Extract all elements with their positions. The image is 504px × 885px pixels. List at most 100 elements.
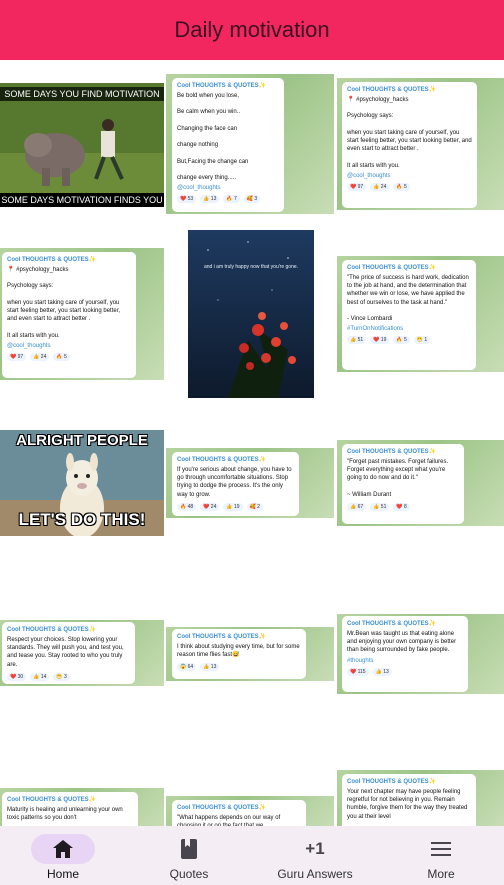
motivation-grid[interactable]: SOME DAYS YOU FIND MOTIVATION SOME DAYS … bbox=[0, 60, 504, 826]
quote-text: Your next chapter may have people feelin… bbox=[347, 789, 468, 820]
channel-name: Cool THOUGHTS & QUOTES✨ bbox=[7, 797, 97, 803]
reaction-chip: 🔥 7 bbox=[223, 195, 240, 204]
hippo-meme-illustration bbox=[0, 83, 164, 207]
quote-card[interactable]: Cool THOUGHTS & QUOTES✨ Be bold when you… bbox=[166, 74, 334, 214]
quote-tag: @cool_thoughts bbox=[177, 185, 221, 192]
quote-text: 📍 #psychology_hacks Psychology says: whe… bbox=[7, 267, 121, 339]
bottom-navigation: Home Quotes +1 Guru Answers More bbox=[0, 826, 504, 885]
message-bubble: Cool THOUGHTS & QUOTES✨ Respect your cho… bbox=[2, 622, 135, 684]
reaction-chip: 😁 1 bbox=[413, 336, 431, 345]
quote-tag: @cool_thoughts bbox=[347, 172, 391, 179]
reaction-chip: ❤️ 97 bbox=[7, 352, 27, 361]
message-bubble: Cool THOUGHTS & QUOTES✨ "Forget past mis… bbox=[342, 444, 464, 524]
nav-label: Quotes bbox=[169, 867, 209, 881]
nav-item-guru-answers[interactable]: +1 Guru Answers bbox=[252, 826, 378, 885]
reactions: ❤️ 30 👍 14 😁 3 bbox=[7, 672, 130, 681]
quote-text: "What happens depends on our way of choo… bbox=[177, 815, 281, 826]
reaction-chip: 😱 64 bbox=[177, 663, 197, 672]
reaction-chip: 👍 51 bbox=[347, 336, 367, 345]
nav-item-home[interactable]: Home bbox=[0, 826, 126, 885]
llama-meme-image[interactable]: ALRIGHT PEOPLE LET'S DO THIS! bbox=[0, 430, 164, 536]
message-bubble: Cool THOUGHTS & QUOTES✨ Be bold when you… bbox=[172, 78, 284, 212]
reaction-chip: 🔥 5 bbox=[53, 352, 70, 361]
quote-text: Mr.Bean was taught us that eating alone … bbox=[347, 631, 457, 654]
hippo-meme-image[interactable]: SOME DAYS YOU FIND MOTIVATION SOME DAYS … bbox=[0, 83, 164, 207]
quote-text: Be bold when you lose, Be calm when you … bbox=[177, 93, 249, 182]
llama-top-caption: ALRIGHT PEOPLE bbox=[16, 432, 148, 449]
quote-tag: #thoughts bbox=[347, 657, 374, 664]
channel-name: Cool THOUGHTS & QUOTES✨ bbox=[7, 627, 97, 633]
roses-illustration bbox=[188, 230, 314, 398]
reaction-chip: ❤️ 19 bbox=[370, 336, 390, 345]
message-bubble: Cool THOUGHTS & QUOTES✨ Your next chapte… bbox=[342, 774, 476, 826]
message-bubble: Cool THOUGHTS & QUOTES✨ Maturity is heal… bbox=[2, 792, 138, 826]
page-title: Daily motivation bbox=[174, 17, 330, 42]
reaction-chip: 👍 67 bbox=[347, 503, 367, 512]
message-bubble: Cool THOUGHTS & QUOTES✨ "The price of su… bbox=[342, 260, 476, 370]
reaction-chip: ❤️ 30 bbox=[7, 672, 27, 681]
quote-text: "Forget past mistakes. Forget failures. … bbox=[347, 459, 449, 498]
app-bar: Daily motivation bbox=[0, 0, 504, 60]
quote-tag: #TurnOnNotifications bbox=[347, 326, 404, 333]
quote-card[interactable]: Cool THOUGHTS & QUOTES✨ Respect your cho… bbox=[0, 620, 164, 686]
reaction-chip: ❤️ 53 bbox=[177, 195, 197, 204]
book-icon bbox=[157, 834, 221, 864]
quote-card[interactable]: Cool THOUGHTS & QUOTES✨ "The price of su… bbox=[337, 256, 504, 372]
reaction-chip: 👍 14 bbox=[30, 672, 50, 681]
reaction-chip: 👍 19 bbox=[223, 502, 243, 511]
reaction-chip: ❤️ 8 bbox=[393, 503, 410, 512]
hippo-top-caption: SOME DAYS YOU FIND MOTIVATION bbox=[0, 87, 164, 101]
reaction-chip: 😁 3 bbox=[53, 672, 70, 681]
reactions: ❤️ 97 👍 24 🔥 5 bbox=[7, 352, 131, 361]
channel-name: Cool THOUGHTS & QUOTES✨ bbox=[347, 265, 437, 271]
quote-card[interactable]: Cool THOUGHTS & QUOTES✨ Your next chapte… bbox=[337, 770, 504, 826]
quote-card[interactable]: Cool THOUGHTS & QUOTES✨ I think about st… bbox=[166, 627, 334, 681]
menu-icon bbox=[409, 834, 473, 864]
reaction-chip: 👍 13 bbox=[200, 195, 220, 204]
quote-card[interactable]: Cool THOUGHTS & QUOTES✨ Maturity is heal… bbox=[0, 788, 164, 826]
channel-name: Cool THOUGHTS & QUOTES✨ bbox=[177, 457, 267, 463]
message-bubble: Cool THOUGHTS & QUOTES✨ If you're seriou… bbox=[172, 452, 299, 516]
reactions: 😱 64 👍 13 bbox=[177, 663, 301, 672]
quote-text: Respect your choices. Stop lowering your… bbox=[7, 637, 124, 668]
llama-bottom-caption: LET'S DO THIS! bbox=[18, 510, 146, 529]
channel-name: Cool THOUGHTS & QUOTES✨ bbox=[347, 779, 437, 785]
message-bubble: Cool THOUGHTS & QUOTES✨ Mr.Bean was taug… bbox=[342, 616, 468, 692]
message-bubble: Cool THOUGHTS & QUOTES✨ 📍 #psychology_ha… bbox=[342, 82, 477, 208]
quote-card[interactable]: Cool THOUGHTS & QUOTES✨ Mr.Bean was taug… bbox=[337, 614, 504, 694]
reactions: 👍 51 ❤️ 19 🔥 5 😁 1 bbox=[347, 336, 471, 345]
channel-name: Cool THOUGHTS & QUOTES✨ bbox=[347, 87, 437, 93]
nav-label: Home bbox=[46, 867, 79, 881]
quote-text: Maturity is healing and unlearning your … bbox=[7, 807, 123, 822]
reaction-chip: 👍 24 bbox=[30, 352, 50, 361]
home-icon bbox=[31, 834, 95, 864]
quote-text: I think about studying every time, but f… bbox=[177, 644, 300, 659]
nav-item-quotes[interactable]: Quotes bbox=[126, 826, 252, 885]
night-roses-image[interactable]: and i am truly happy now that you're gon… bbox=[188, 230, 314, 398]
reaction-chip: 👍 24 bbox=[370, 182, 390, 191]
reaction-chip: 🔥 48 bbox=[177, 502, 197, 511]
quote-card[interactable]: Cool THOUGHTS & QUOTES✨ "Forget past mis… bbox=[337, 440, 504, 526]
quote-card[interactable]: Cool THOUGHTS & QUOTES✨ "What happens de… bbox=[166, 796, 334, 826]
channel-name: Cool THOUGHTS & QUOTES✨ bbox=[177, 83, 267, 89]
reaction-chip: 👍 13 bbox=[372, 667, 392, 676]
quote-card[interactable]: Cool THOUGHTS & QUOTES✨ 📍 #psychology_ha… bbox=[337, 78, 504, 210]
nav-label: More bbox=[427, 867, 455, 881]
night-caption: and i am truly happy now that you're gon… bbox=[203, 264, 299, 270]
nav-item-more[interactable]: More bbox=[378, 826, 504, 885]
plus-one-icon: +1 bbox=[283, 834, 347, 864]
quote-tag: @cool_thoughts bbox=[7, 342, 51, 349]
channel-name: Cool THOUGHTS & QUOTES✨ bbox=[177, 805, 267, 811]
reactions: ❤️ 53 👍 13 🔥 7 🥰 3 bbox=[177, 195, 279, 204]
channel-name: Cool THOUGHTS & QUOTES✨ bbox=[177, 634, 267, 640]
quote-card[interactable]: Cool THOUGHTS & QUOTES✨ 📍 #psychology_ha… bbox=[0, 248, 164, 380]
channel-name: Cool THOUGHTS & QUOTES✨ bbox=[7, 257, 97, 263]
reaction-chip: 👍 13 bbox=[200, 663, 220, 672]
message-bubble: Cool THOUGHTS & QUOTES✨ "What happens de… bbox=[172, 800, 306, 826]
reaction-chip: 🔥 5 bbox=[393, 182, 410, 191]
channel-name: Cool THOUGHTS & QUOTES✨ bbox=[347, 621, 437, 627]
message-bubble: Cool THOUGHTS & QUOTES✨ I think about st… bbox=[172, 629, 306, 679]
quote-text: If you're serious about change, you have… bbox=[177, 467, 292, 498]
quote-card[interactable]: Cool THOUGHTS & QUOTES✨ If you're seriou… bbox=[166, 448, 334, 518]
reaction-chip: 🥰 3 bbox=[243, 195, 261, 204]
